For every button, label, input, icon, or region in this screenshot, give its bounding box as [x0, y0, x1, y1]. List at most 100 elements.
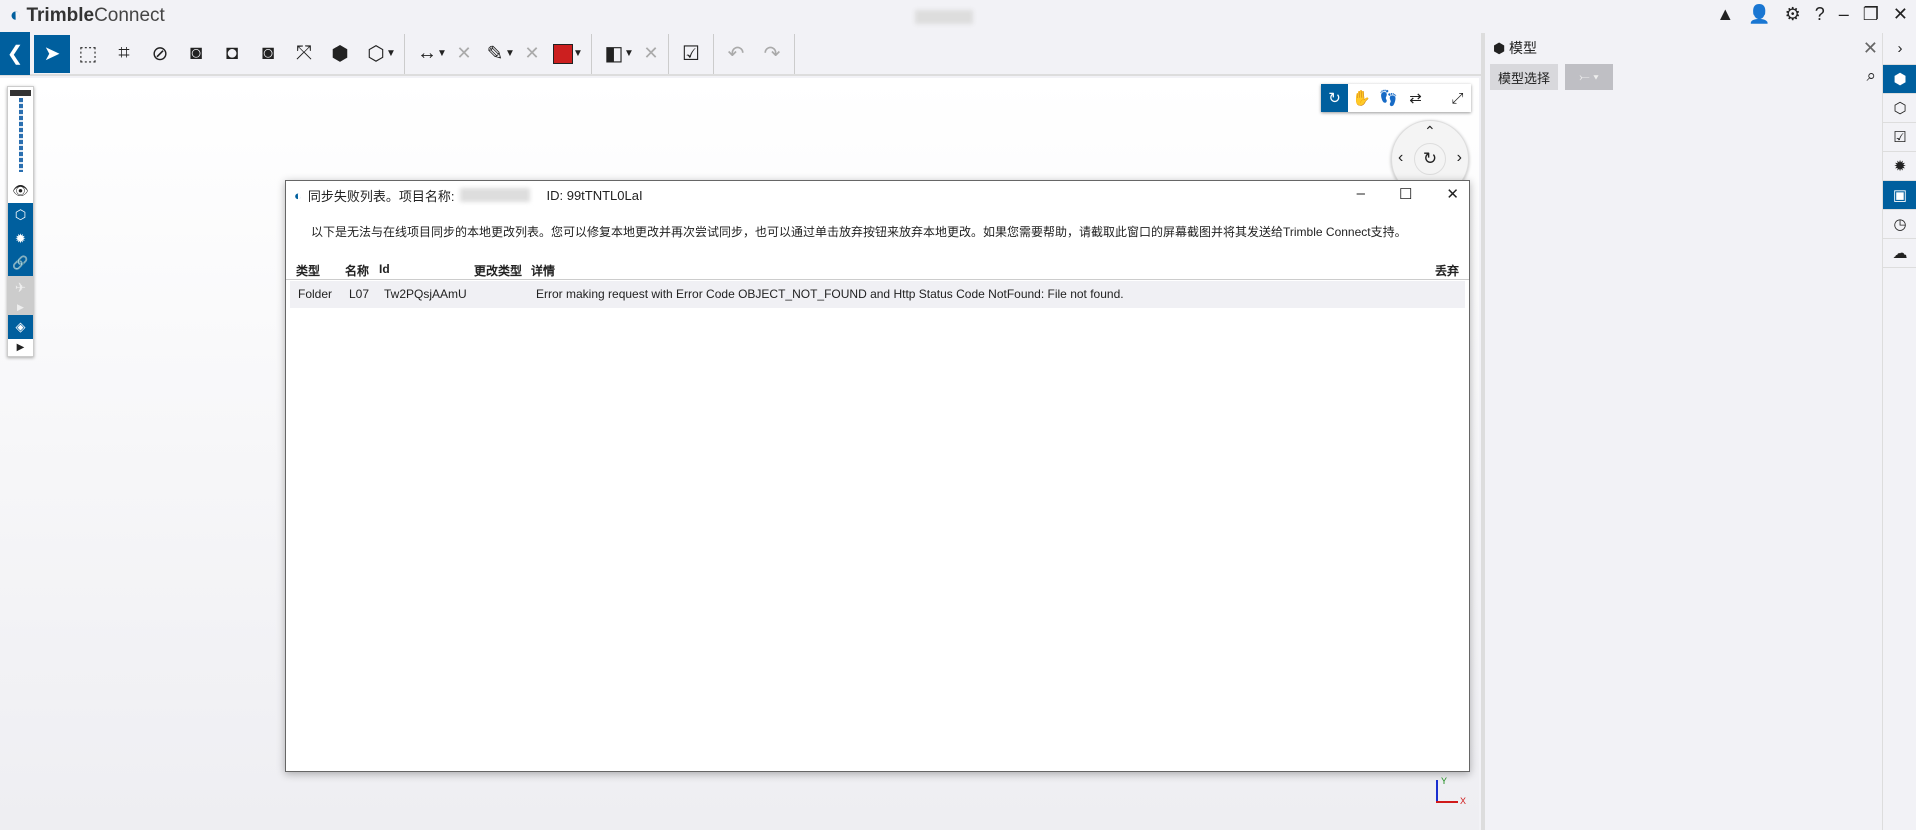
blurred-project-name: [915, 10, 973, 24]
side-toolbar: 👁 ⬡ ✹ 🔗 ✈ ▶ ◈ ▶: [7, 86, 34, 357]
divider: [794, 33, 795, 74]
restore-button[interactable]: ❐: [1863, 4, 1879, 25]
row-id: Tw2PQsjAAmU: [384, 287, 467, 301]
cube-icon[interactable]: ⬡: [8, 202, 33, 227]
orbit-center-icon[interactable]: ↻: [1414, 143, 1446, 175]
chevron-down-icon[interactable]: ▼: [437, 48, 451, 59]
minimize-button[interactable]: –: [1357, 185, 1365, 203]
divider: [713, 33, 714, 74]
model-cube-icon: ⬢: [1493, 40, 1506, 56]
cloud-icon[interactable]: ☁: [1883, 239, 1916, 268]
isolate-icon[interactable]: ◙: [178, 36, 214, 72]
column-header-discard: 丢弃: [1434, 264, 1459, 278]
chevron-left-icon[interactable]: ‹: [1398, 149, 1403, 167]
slider-handle[interactable]: [10, 90, 31, 96]
views-image-icon[interactable]: ▣: [1883, 181, 1916, 210]
clear-section-icon[interactable]: ✕: [638, 43, 664, 64]
model-panel: ⬢ 模型 ✕ 模型选择 ⤚ ▾ ⌕: [1481, 33, 1882, 830]
collapse-left-button[interactable]: ❮: [0, 32, 30, 75]
fullscreen-icon[interactable]: ⤢: [1444, 84, 1471, 112]
models-cube-icon[interactable]: ⬢: [1883, 65, 1916, 94]
maximize-button[interactable]: ☐: [1399, 185, 1412, 203]
close-button[interactable]: ✕: [1446, 185, 1459, 203]
chevron-down-icon[interactable]: ▼: [573, 48, 587, 59]
redo-icon[interactable]: ↷: [754, 36, 790, 72]
settings-burst-icon[interactable]: ✹: [1883, 152, 1916, 181]
clear-markup-icon[interactable]: ✕: [519, 43, 545, 64]
chevron-right-icon[interactable]: ›: [1457, 149, 1462, 167]
link-icon[interactable]: 🔗: [8, 251, 33, 276]
row-name: L07: [349, 287, 370, 301]
close-panel-icon[interactable]: ✕: [1863, 33, 1878, 63]
object-history-icon[interactable]: ⬢: [322, 36, 358, 72]
panel-title: 模型: [1509, 40, 1537, 56]
chevron-up-icon[interactable]: ⌃: [1424, 123, 1436, 140]
window-controls: ▲ 👤 ⚙ ? – ❐ ✕: [1716, 4, 1908, 25]
hide-icon[interactable]: ⊘: [142, 36, 178, 72]
column-header-details: 详情: [531, 264, 556, 278]
fit-all-icon[interactable]: ⤧: [286, 36, 322, 72]
sync-failure-dialog: ◐ 同步失败列表。项目名称: ID: 99tTNTL0LaI – ☐ ✕ 以下是…: [285, 180, 1470, 772]
right-icon-strip: › ⬢ ⬡ ☑ ✹ ▣ ◷ ☁: [1882, 33, 1916, 830]
layers-icon[interactable]: ◈: [8, 314, 33, 340]
pin-icon[interactable]: ✈: [8, 275, 33, 300]
divider: [404, 33, 405, 74]
fit-selection-icon[interactable]: ⌗: [106, 36, 142, 72]
help-icon[interactable]: ?: [1815, 4, 1825, 25]
chevron-right-icon[interactable]: ›: [1883, 33, 1916, 65]
gear-icon[interactable]: ⚙: [1785, 4, 1801, 25]
minimize-button[interactable]: –: [1839, 4, 1849, 25]
dialog-title: 同步失败列表。项目名称:: [307, 188, 455, 204]
row-type: Folder: [298, 287, 333, 301]
walk-icon[interactable]: 👣: [1375, 84, 1402, 112]
show-all-icon[interactable]: ◙: [250, 36, 286, 72]
column-header-id: Id: [379, 262, 390, 276]
blurred-project-name: [460, 188, 531, 202]
search-icon[interactable]: ⌕: [1866, 66, 1876, 86]
todo-icon[interactable]: ☑: [1883, 123, 1916, 152]
table-header: 类型 名称 Id 更改类型 详情 丢弃: [286, 256, 1469, 280]
column-header-change-type: 更改类型: [474, 264, 523, 278]
warning-icon[interactable]: ▲: [1716, 4, 1734, 25]
title-bar: ◐ Trimble Connect ▲ 👤 ⚙ ? – ❐ ✕: [0, 0, 1916, 33]
object-icon[interactable]: ⬡: [1883, 94, 1916, 123]
trimble-logo-icon: ◐: [10, 5, 22, 26]
orbit-icon[interactable]: ↻: [1321, 84, 1348, 112]
close-button[interactable]: ✕: [1893, 4, 1908, 25]
chevron-down-icon[interactable]: ▼: [505, 48, 519, 59]
table-row[interactable]: Folder L07 Tw2PQsjAAmU Error making requ…: [290, 281, 1465, 308]
column-header-name: 名称: [345, 264, 370, 278]
clear-measure-icon[interactable]: ✕: [451, 43, 477, 64]
navigation-mode-bar: ↻ ✋ 👣 ⇄ ⤢: [1321, 84, 1471, 112]
history-icon[interactable]: ◷: [1883, 210, 1916, 239]
axis-x-label: X: [1460, 796, 1467, 806]
user-icon[interactable]: 👤: [1748, 4, 1770, 25]
app-logo: ◐ Trimble Connect: [10, 5, 165, 26]
axis-gizmo: Y X: [1428, 776, 1466, 806]
settings-burst-icon[interactable]: ✹: [8, 226, 33, 252]
box-select-icon[interactable]: ⬚: [70, 36, 106, 72]
trimble-logo-icon: ◐: [294, 187, 302, 203]
chevron-down-icon[interactable]: ▼: [624, 48, 638, 59]
create-todo-icon[interactable]: ☑: [673, 36, 709, 72]
select-pointer-icon[interactable]: ➤: [34, 34, 70, 73]
swap-icon[interactable]: ⇄: [1402, 84, 1429, 112]
model-select-button[interactable]: 模型选择: [1490, 64, 1558, 90]
axis-y-label: Y: [1441, 776, 1448, 786]
play-icon[interactable]: ▶: [8, 339, 33, 356]
chevron-down-icon[interactable]: ▼: [386, 48, 400, 59]
merge-dropdown-button[interactable]: ⤚ ▾: [1565, 64, 1613, 90]
pan-hand-icon[interactable]: ✋: [1348, 84, 1375, 112]
undo-icon[interactable]: ↶: [718, 36, 754, 72]
isolate-box-icon[interactable]: ◘: [214, 36, 250, 72]
main-toolbar: ❮ ➤ ⬚ ⌗ ⊘ ◙ ◘ ◙ ⤧ ⬢ ⬡ ▼ ↔ ▼ ✕ ✎ ▼ ✕ ▼ ◧ ▼ ✕ ☑ ↶…: [0, 32, 1481, 76]
intro-text: 以下是无法与在线项目同步的本地更改列表。您可以修复本地更改并再次尝试同步，也可以…: [311, 225, 1407, 239]
clip-slider[interactable]: [18, 97, 23, 173]
column-header-type: 类型: [296, 264, 321, 278]
eye-icon[interactable]: 👁: [8, 178, 33, 202]
dialog-title-bar: ◐ 同步失败列表。项目名称: ID: 99tTNTL0LaI – ☐ ✕: [286, 181, 1469, 209]
row-details: Error making request with Error Code OBJ…: [536, 287, 1124, 301]
expand-icon[interactable]: ▶: [8, 299, 33, 315]
divider: [668, 33, 669, 74]
project-id: ID: 99tTNTL0LaI: [546, 187, 643, 203]
